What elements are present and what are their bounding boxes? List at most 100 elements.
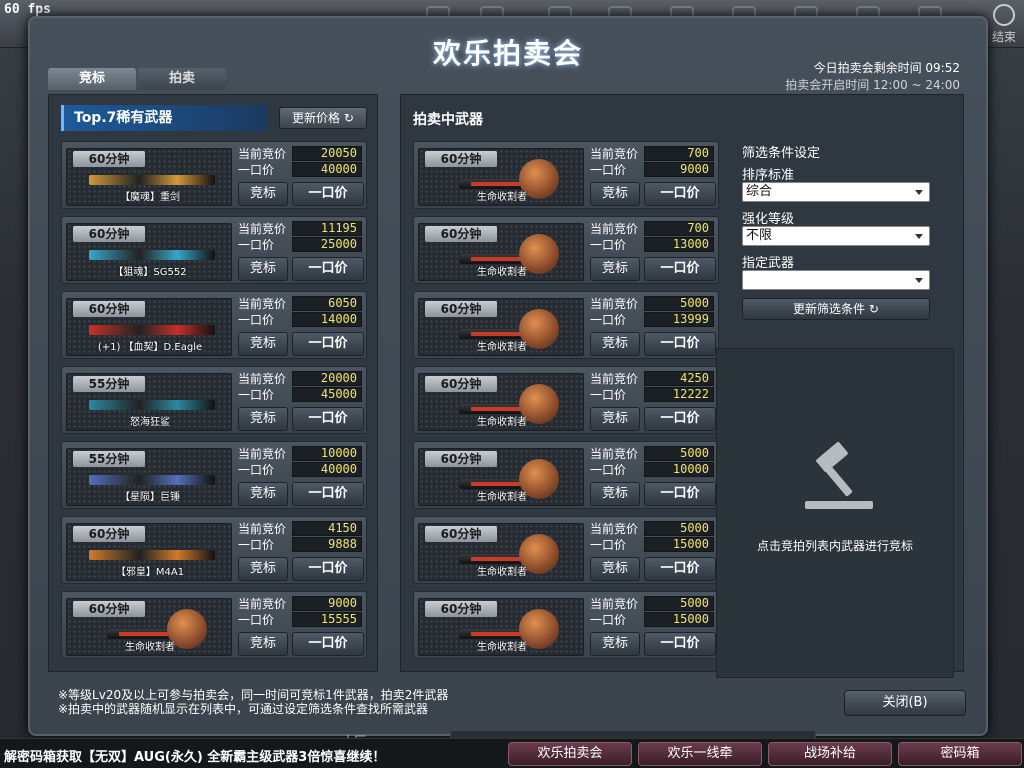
buynow-label: 一口价 <box>590 313 627 327</box>
buynow-button[interactable]: 一口价 <box>644 557 716 581</box>
weapon-name: 【狙魂】SG552 <box>113 267 187 278</box>
buynow-button[interactable]: 一口价 <box>644 407 716 431</box>
bid-button[interactable]: 竞标 <box>590 407 640 431</box>
sort-select[interactable]: 综合 <box>742 182 930 202</box>
current-bid-value: 700 <box>644 221 714 236</box>
auction-item-card[interactable]: 60分钟 【邪皇】M4A1 当前竞价 4150 一口价 9888 竞标 一口价 <box>61 516 367 584</box>
buynow-button[interactable]: 一口价 <box>644 482 716 506</box>
current-bid-label: 当前竞价 <box>238 297 287 311</box>
tab-bid[interactable]: 竞标 <box>48 68 136 90</box>
weapon-image-detail <box>471 407 521 411</box>
weapon-image-detail <box>471 332 521 336</box>
bid-button[interactable]: 竞标 <box>590 557 640 581</box>
happy-auction-button[interactable]: 欢乐拍卖会 <box>508 742 632 766</box>
buynow-button[interactable]: 一口价 <box>292 557 364 581</box>
auction-item-card[interactable]: 60分钟 生命收割者 当前竞价 700 一口价 9000 竞标 一口价 <box>413 141 719 209</box>
buynow-value: 12222 <box>644 387 714 402</box>
auction-item-card[interactable]: 60分钟 生命收割者 当前竞价 700 一口价 13000 竞标 一口价 <box>413 216 719 284</box>
happy-link-button[interactable]: 欢乐一线牵 <box>638 742 762 766</box>
top7-panel: Top.7稀有武器 更新价格 ↻ 60分钟 【魔魂】重剑 当前竞价 20050 一口价 4… <box>48 94 378 672</box>
buynow-label: 一口价 <box>590 538 627 552</box>
duration-badge: 60分钟 <box>73 601 145 617</box>
current-bid-value: 4250 <box>644 371 714 386</box>
auction-item-card[interactable]: 60分钟 生命收割者 当前竞价 5000 一口价 15000 竞标 一口价 <box>413 516 719 584</box>
bid-button[interactable]: 竞标 <box>238 332 288 356</box>
bid-button[interactable]: 竞标 <box>590 482 640 506</box>
weapon-name: (+1) 【血契】D.Eagle <box>97 342 203 353</box>
current-bid-value: 4150 <box>292 521 362 536</box>
weapon-thumbnail: 55分钟 【星陨】巨锤 <box>66 448 232 506</box>
tab-auction[interactable]: 拍卖 <box>138 68 226 90</box>
bid-button[interactable]: 竞标 <box>590 632 640 656</box>
buynow-button[interactable]: 一口价 <box>292 332 364 356</box>
weapon-image <box>89 550 215 560</box>
filter-title: 筛选条件设定 <box>742 146 821 161</box>
buynow-button[interactable]: 一口价 <box>292 482 364 506</box>
buynow-label: 一口价 <box>238 538 275 552</box>
bid-button[interactable]: 竞标 <box>590 182 640 206</box>
bid-button[interactable]: 竞标 <box>238 632 288 656</box>
battle-supply-button[interactable]: 战场补给 <box>768 742 892 766</box>
weapon-thumbnail: 60分钟 生命收割者 <box>418 298 584 356</box>
bid-button[interactable]: 竞标 <box>238 257 288 281</box>
exit-button[interactable]: 结束 <box>992 4 1016 45</box>
current-bid-label: 当前竞价 <box>238 447 287 461</box>
auction-item-card[interactable]: 60分钟 生命收割者 当前竞价 5000 一口价 13999 竞标 一口价 <box>413 291 719 359</box>
refresh-price-button[interactable]: 更新价格 ↻ <box>279 107 367 129</box>
auction-item-card[interactable]: 60分钟 生命收割者 当前竞价 4250 一口价 12222 竞标 一口价 <box>413 366 719 434</box>
buynow-button[interactable]: 一口价 <box>292 632 364 656</box>
auction-item-card[interactable]: 60分钟 生命收割者 当前竞价 5000 一口价 10000 竞标 一口价 <box>413 441 719 509</box>
enhance-label: 强化等级 <box>742 212 795 227</box>
enhance-select[interactable]: 不限 <box>742 226 930 246</box>
auction-item-card[interactable]: 60分钟 生命收割者 当前竞价 9000 一口价 15555 竞标 一口价 <box>61 591 367 659</box>
bid-button[interactable]: 竞标 <box>238 182 288 206</box>
code-box-button[interactable]: 密码箱 <box>898 742 1022 766</box>
current-bid-label: 当前竞价 <box>238 522 287 536</box>
update-filter-button[interactable]: 更新筛选条件 ↻ <box>742 298 930 320</box>
weapon-select[interactable] <box>742 270 930 290</box>
buynow-label: 一口价 <box>590 613 627 627</box>
buynow-button[interactable]: 一口价 <box>644 632 716 656</box>
buynow-button[interactable]: 一口价 <box>292 257 364 281</box>
buynow-button[interactable]: 一口价 <box>292 182 364 206</box>
buynow-button[interactable]: 一口价 <box>644 332 716 356</box>
gavel-icon <box>805 442 873 509</box>
duration-badge: 60分钟 <box>425 226 497 242</box>
bid-button[interactable]: 竞标 <box>590 332 640 356</box>
bid-button[interactable]: 竞标 <box>590 257 640 281</box>
bid-button[interactable]: 竞标 <box>238 407 288 431</box>
weapon-thumbnail: 60分钟 【魔魂】重剑 <box>66 148 232 206</box>
auction-item-card[interactable]: 55分钟 【星陨】巨锤 当前竞价 10000 一口价 40000 竞标 一口价 <box>61 441 367 509</box>
buynow-value: 15000 <box>644 612 714 627</box>
close-button[interactable]: 关闭(B) <box>844 690 966 716</box>
weapon-image-detail <box>471 182 521 186</box>
auction-dialog: 欢乐拍卖会 今日拍卖会剩余时间 09:52 拍卖会开启时间 12:00 ~ 24… <box>28 16 988 748</box>
weapon-image-detail <box>471 557 521 561</box>
duration-badge: 60分钟 <box>73 526 145 542</box>
buynow-button[interactable]: 一口价 <box>644 182 716 206</box>
bid-button[interactable]: 竞标 <box>238 557 288 581</box>
refresh-icon: ↻ <box>868 302 879 316</box>
current-bid-value: 20000 <box>292 371 362 386</box>
current-bid-label: 当前竞价 <box>238 372 287 386</box>
auction-item-card[interactable]: 55分钟 怒海狂鲨 当前竞价 20000 一口价 45000 竞标 一口价 <box>61 366 367 434</box>
duration-badge: 60分钟 <box>425 601 497 617</box>
buynow-value: 9000 <box>644 162 714 177</box>
auction-item-card[interactable]: 60分钟 生命收割者 当前竞价 5000 一口价 15000 竞标 一口价 <box>413 591 719 659</box>
weapon-name: 【魔魂】重剑 <box>120 192 180 203</box>
buynow-button[interactable]: 一口价 <box>292 407 364 431</box>
buynow-button[interactable]: 一口价 <box>644 257 716 281</box>
weapon-name: 生命收割者 <box>477 417 527 428</box>
buynow-value: 15555 <box>292 612 362 627</box>
current-bid-value: 6050 <box>292 296 362 311</box>
buynow-label: 一口价 <box>590 163 627 177</box>
notes: ※等级Lv20及以上可参与拍卖会，同一时间可竞标1件武器，拍卖2件武器 ※拍卖中… <box>58 688 449 716</box>
auction-item-card[interactable]: 60分钟 (+1) 【血契】D.Eagle 当前竞价 6050 一口价 14000 竞标 一口… <box>61 291 367 359</box>
auction-item-card[interactable]: 60分钟 【狙魂】SG552 当前竞价 11195 一口价 25000 竞标 一口价 <box>61 216 367 284</box>
refresh-icon: ↻ <box>343 111 354 125</box>
buynow-value: 15000 <box>644 537 714 552</box>
auction-item-card[interactable]: 60分钟 【魔魂】重剑 当前竞价 20050 一口价 40000 竞标 一口价 <box>61 141 367 209</box>
weapon-name: 生命收割者 <box>125 642 175 653</box>
bid-button[interactable]: 竞标 <box>238 482 288 506</box>
weapon-name: 【星陨】巨锤 <box>120 492 180 503</box>
